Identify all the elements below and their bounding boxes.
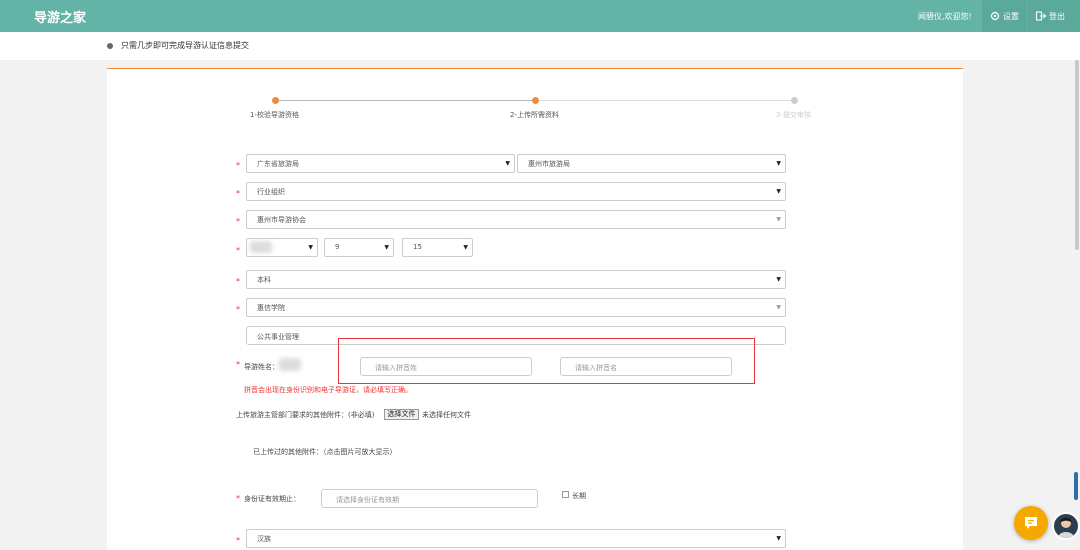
- required-mark: *: [236, 277, 240, 286]
- bullet-icon: [107, 43, 113, 49]
- required-mark: *: [236, 494, 240, 503]
- logout-button[interactable]: 登出: [1028, 0, 1080, 32]
- city-bureau-select[interactable]: 惠州市旅游局 ▼: [517, 154, 786, 173]
- step-dot-3: [791, 97, 798, 104]
- id-validity-input[interactable]: 请选择身份证有效期: [321, 489, 538, 508]
- step-dot-1: [272, 97, 279, 104]
- uploaded-attachments-label: 已上传过的其他附件：（点击图片可放大显示）: [253, 448, 397, 456]
- caret-down-icon: ▼: [776, 535, 781, 542]
- province-bureau-value: 广东省旅游局: [257, 160, 299, 168]
- side-tool-handle[interactable]: [1074, 472, 1078, 500]
- welcome-text: 闻碧仪,欢迎您!: [918, 12, 972, 21]
- birth-month-select[interactable]: 9 ▼: [324, 238, 394, 257]
- scrollbar-thumb[interactable]: [1075, 60, 1079, 250]
- pinyin-first-input[interactable]: 请输入拼音名: [560, 357, 732, 376]
- birth-month-value: 9: [335, 243, 340, 251]
- education-select[interactable]: 本科 ▼: [246, 270, 786, 289]
- step-label-1: 1-校验导游资格: [250, 111, 299, 119]
- no-file-text: 未选择任何文件: [422, 411, 471, 419]
- pinyin-warning: 拼音会出现在身份识别和电子导游证，请必填写正确。: [244, 386, 412, 394]
- caret-down-icon: ▼: [776, 276, 781, 283]
- birth-day-select[interactable]: 15 ▼: [402, 238, 473, 257]
- birth-year-select[interactable]: ▼: [246, 238, 318, 257]
- association-select[interactable]: 惠州市导游协会 ▼: [246, 210, 786, 229]
- caret-down-icon: ▼: [463, 244, 468, 251]
- association-value: 惠州市导游协会: [257, 216, 306, 224]
- ethnicity-value: 汉族: [257, 535, 271, 543]
- guide-name-label: 导游姓名：: [244, 363, 279, 371]
- chat-bubble-icon: [1025, 517, 1037, 529]
- ethnicity-select[interactable]: 汉族 ▼: [246, 529, 786, 548]
- industry-org-select[interactable]: 行业组织 ▼: [246, 182, 786, 201]
- avatar[interactable]: [1052, 512, 1080, 540]
- long-term-label: 长期: [572, 492, 586, 500]
- school-select[interactable]: 惠信学院 ▼: [246, 298, 786, 317]
- user-avatar-icon: [1058, 517, 1074, 538]
- top-bar: 导游之家 闻碧仪,欢迎您! 设置 登出: [0, 0, 1080, 32]
- gear-icon: [990, 11, 1000, 21]
- required-mark: *: [236, 360, 240, 369]
- id-validity-placeholder: 请选择身份证有效期: [336, 496, 399, 504]
- education-value: 本科: [257, 276, 271, 284]
- notice-bar: 只需几步即可完成导游认证信息提交: [0, 32, 1080, 60]
- step-label-2: 2-上传所需资料: [510, 111, 559, 119]
- caret-down-icon: ▼: [776, 188, 781, 195]
- required-mark: *: [236, 161, 240, 170]
- step-line: [275, 100, 538, 101]
- caret-down-icon: ▼: [384, 244, 389, 251]
- caret-down-icon: ▼: [776, 160, 781, 167]
- step-line: [538, 100, 794, 101]
- choose-file-button[interactable]: 选择文件: [384, 409, 419, 420]
- industry-org-value: 行业组织: [257, 188, 285, 196]
- pinyin-last-input[interactable]: 请输入拼音姓: [360, 357, 532, 376]
- chat-button[interactable]: [1014, 506, 1048, 540]
- form-card: 1-校验导游资格 2-上传所需资料 3-提交审核 * 广东省旅游局 ▼ 惠州市旅…: [107, 68, 963, 550]
- settings-button[interactable]: 设置: [982, 0, 1027, 32]
- upload-label: 上传旅游主管部门要求的其他附件：(非必填): [236, 411, 375, 419]
- city-bureau-value: 惠州市旅游局: [528, 160, 570, 168]
- long-term-checkbox[interactable]: [562, 491, 569, 498]
- step-label-3: 3-提交审核: [776, 111, 811, 119]
- id-validity-label: 身份证有效期止：: [244, 495, 300, 503]
- logout-icon: [1036, 11, 1046, 21]
- province-bureau-select[interactable]: 广东省旅游局 ▼: [246, 154, 515, 173]
- caret-down-icon: ▼: [505, 160, 510, 167]
- logout-label: 登出: [1049, 11, 1065, 21]
- major-value: 公共事业管理: [257, 333, 299, 341]
- caret-down-icon: ▼: [776, 304, 781, 311]
- caret-down-icon: ▼: [776, 216, 781, 223]
- step-dot-2: [532, 97, 539, 104]
- required-mark: *: [236, 305, 240, 314]
- pinyin-last-placeholder: 请输入拼音姓: [375, 364, 417, 372]
- school-value: 惠信学院: [257, 304, 285, 312]
- blurred-value: [250, 241, 272, 253]
- required-mark: *: [236, 536, 240, 545]
- birth-day-value: 15: [413, 243, 422, 251]
- caret-down-icon: ▼: [308, 244, 313, 251]
- pinyin-first-placeholder: 请输入拼音名: [575, 364, 617, 372]
- blurred-name: [279, 358, 301, 371]
- brand-title[interactable]: 导游之家: [34, 7, 86, 26]
- settings-label: 设置: [1003, 11, 1019, 21]
- notice-text: 只需几步即可完成导游认证信息提交: [121, 41, 249, 50]
- required-mark: *: [236, 189, 240, 198]
- required-mark: *: [236, 246, 240, 255]
- required-mark: *: [236, 217, 240, 226]
